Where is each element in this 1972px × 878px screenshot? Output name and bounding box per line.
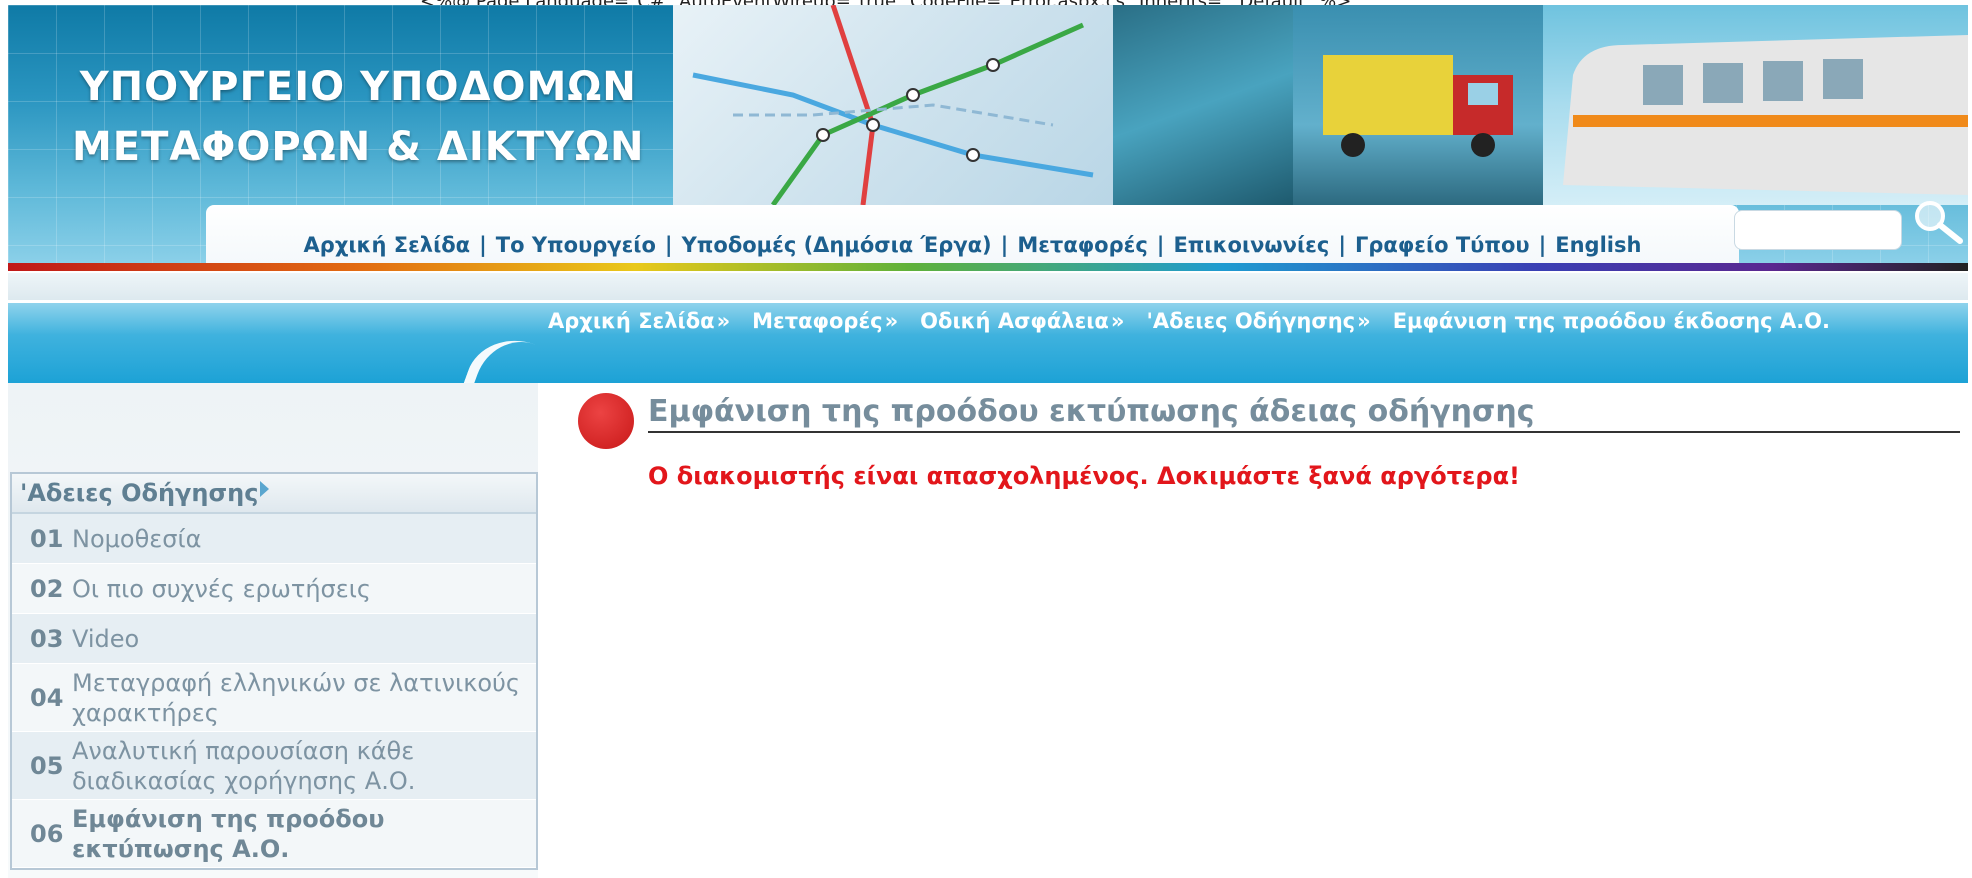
- nav-separator: |: [1000, 233, 1009, 257]
- sidebar-title-label: 'Αδειες Οδήγησης: [20, 479, 259, 507]
- nav-press-office[interactable]: Γραφείο Τύπου: [1355, 233, 1530, 257]
- breadcrumb-separator: »: [1357, 309, 1371, 333]
- nav-communications[interactable]: Επικοινωνίες: [1173, 233, 1329, 257]
- caret-right-icon: [260, 481, 270, 497]
- sidebar-item-label: Video: [72, 624, 140, 653]
- top-nav-panel: Αρχική Σελίδα | Το Υπουργείο | Υποδομές (Δημ…: [206, 205, 1739, 266]
- nav-separator: |: [664, 233, 673, 257]
- search-input[interactable]: [1734, 210, 1902, 250]
- nav-english[interactable]: English: [1555, 233, 1641, 257]
- sidebar-item-number: 02: [30, 574, 64, 603]
- sidebar-item-number: 03: [30, 624, 64, 653]
- breadcrumb-home[interactable]: Αρχική Σελίδα: [548, 309, 715, 333]
- nav-infrastructure[interactable]: Υποδομές (Δημόσια Έργα): [682, 233, 992, 257]
- magnifier-icon[interactable]: [1910, 198, 1964, 244]
- breadcrumb-bar: Αρχική Σελίδα» Μεταφορές» Οδική Ασφάλεια» '…: [8, 303, 1968, 383]
- sidebar-item-number: 04: [30, 683, 64, 712]
- sidebar-item-print-progress[interactable]: 06 Εμφάνιση της προόδου εκτύπωσης Α.Ο.: [12, 800, 536, 868]
- breadcrumb-transport[interactable]: Μεταφορές: [752, 309, 882, 333]
- breadcrumb-road-safety[interactable]: Οδική Ασφάλεια: [920, 309, 1109, 333]
- top-nav: Αρχική Σελίδα | Το Υπουργείο | Υποδομές (Δημ…: [206, 233, 1739, 257]
- error-message: Ο διακομιστής είναι απασχολημένος. Δοκιμ…: [648, 462, 1521, 490]
- nav-separator: |: [1338, 233, 1346, 257]
- red-circle-icon: [578, 393, 634, 449]
- sidebar-item-legislation[interactable]: 01 Νομοθεσία: [12, 514, 536, 564]
- sidebar-menu: 'Αδειες Οδήγησης 01 Νομοθεσία 02 Οι πιο συ…: [10, 472, 538, 870]
- page-title: Εμφάνιση της προόδου εκτύπωσης άδειας οδ…: [648, 394, 1960, 433]
- breadcrumb-separator: »: [716, 309, 731, 333]
- sidebar-item-number: 05: [30, 751, 64, 780]
- nav-ministry[interactable]: Το Υπουργείο: [496, 233, 656, 257]
- highway-image: [1113, 5, 1293, 205]
- sidebar-item-transliteration[interactable]: 04 Μεταγραφή ελληνικών σε λατινικούς χαρα…: [12, 664, 536, 732]
- ministry-line-2: ΜΕΤΑΦΟΡΩΝ & ΔΙΚΤΥΩΝ: [72, 124, 645, 170]
- breadcrumb-separator: »: [884, 309, 899, 333]
- nav-home[interactable]: Αρχική Σελίδα: [304, 233, 471, 257]
- sidebar-item-label: Εμφάνιση της προόδου εκτύπωσης Α.Ο.: [72, 804, 385, 863]
- nav-separator: |: [1156, 233, 1165, 257]
- rainbow-divider: [8, 263, 1968, 271]
- sidebar-item-label: Αναλυτική παρουσίαση κάθε διαδικασίας χο…: [72, 736, 416, 795]
- nav-transport[interactable]: Μεταφορές: [1017, 233, 1147, 257]
- sidebar-item-number: 01: [30, 524, 64, 553]
- header-strip: [8, 273, 1968, 300]
- sidebar-item-procedures[interactable]: 05 Αναλυτική παρουσίαση κάθε διαδικασίας …: [12, 732, 536, 800]
- breadcrumb-separator: »: [1110, 309, 1125, 333]
- nav-separator: |: [1538, 233, 1547, 257]
- ministry-logo-text: ΥΠΟΥΡΓΕΙΟ ΥΠΟΔΟΜΩΝ ΜΕΤΑΦΟΡΩΝ & ΔΙΚΤΥΩΝ: [72, 57, 644, 177]
- header-banner: ΥΠΟΥΡΓΕΙΟ ΥΠΟΔΟΜΩΝ ΜΕΤΑΦΟΡΩΝ & ΔΙΚΤΥΩΝ Α…: [8, 5, 1968, 270]
- breadcrumb-current: Εμφάνιση της προόδου έκδοσης Α.Ο.: [1392, 309, 1831, 333]
- sidebar-item-label: Οι πιο συχνές ερωτήσεις: [72, 574, 371, 603]
- sidebar-list: 01 Νομοθεσία 02 Οι πιο συχνές ερωτήσεις 03…: [12, 514, 536, 868]
- sidebar-title[interactable]: 'Αδειες Οδήγησης: [12, 474, 536, 514]
- breadcrumb: Αρχική Σελίδα» Μεταφορές» Οδική Ασφάλεια» '…: [548, 309, 1830, 333]
- sidebar-item-number: 06: [30, 819, 64, 848]
- ministry-line-1: ΥΠΟΥΡΓΕΙΟ ΥΠΟΔΟΜΩΝ: [79, 64, 637, 110]
- nav-separator: |: [479, 233, 487, 257]
- metro-train-image: [1543, 5, 1968, 205]
- truck-image: [1293, 5, 1543, 205]
- sidebar-item-label: Μεταγραφή ελληνικών σε λατινικούς χαρακτ…: [72, 668, 521, 727]
- metro-map-image: [673, 5, 1113, 207]
- sidebar-item-faq[interactable]: 02 Οι πιο συχνές ερωτήσεις: [12, 564, 536, 614]
- swoosh-decoration: [457, 326, 569, 383]
- breadcrumb-driving-licences[interactable]: 'Αδειες Οδήγησης: [1146, 309, 1355, 333]
- sidebar-item-video[interactable]: 03 Video: [12, 614, 536, 664]
- sidebar-item-label: Νομοθεσία: [72, 524, 202, 553]
